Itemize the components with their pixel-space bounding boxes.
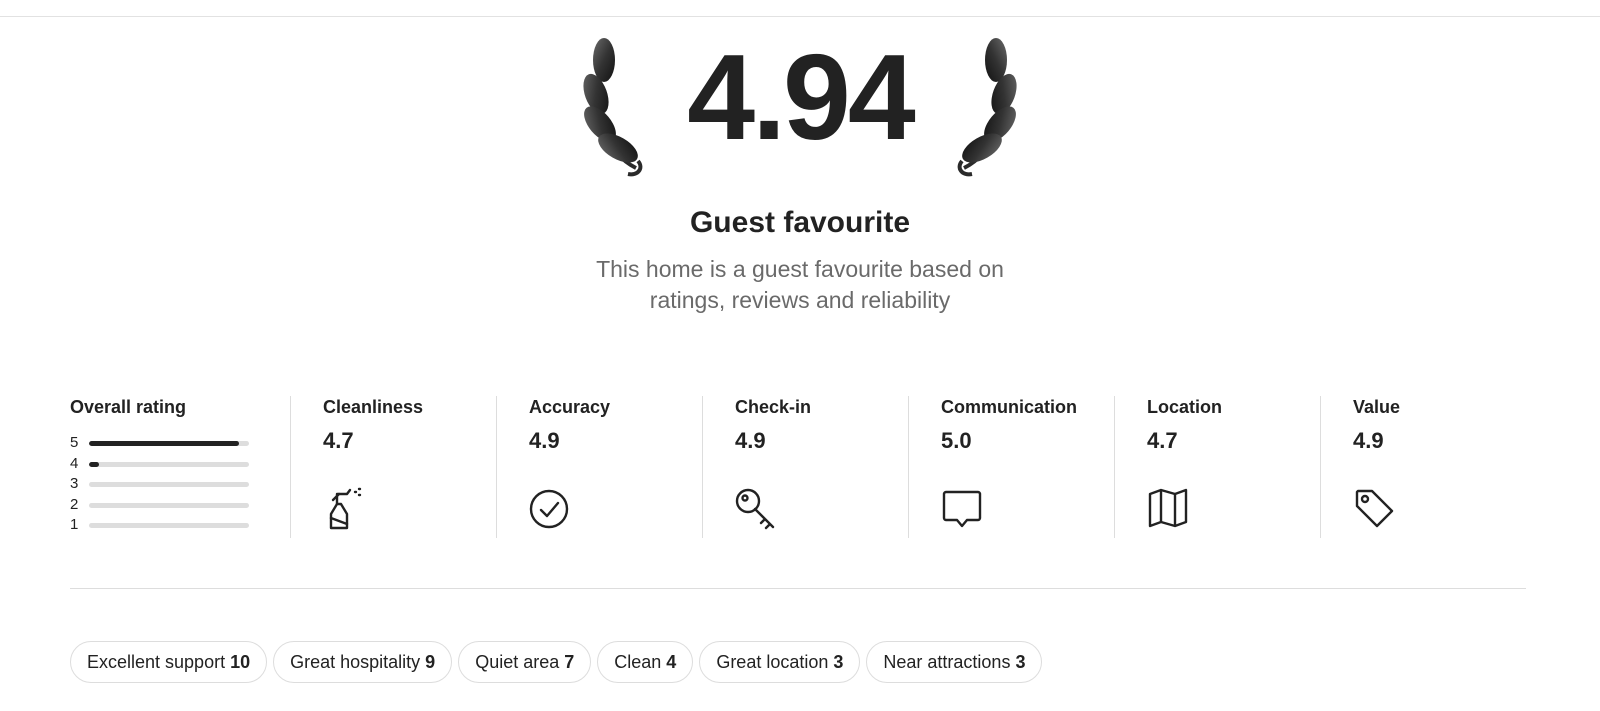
category-label: Value	[1353, 397, 1401, 417]
category-value: 4.7	[323, 428, 354, 453]
distribution-bar-track	[89, 461, 249, 467]
overall-rating-title: Overall rating	[70, 397, 187, 417]
distribution-bar-track	[89, 441, 249, 446]
tag-count: 3	[833, 652, 844, 672]
tag-great-hospitality[interactable]: Great hospitality 9	[273, 641, 453, 683]
category-label: Cleanliness	[323, 397, 424, 417]
category-label: Location	[1147, 397, 1222, 417]
tag-quiet-area[interactable]: Quiet area 7	[458, 641, 592, 683]
category-label: Communication	[941, 397, 1078, 417]
distribution-label: 5	[70, 434, 79, 451]
map-icon	[1148, 488, 1188, 528]
category-value: Value 4.9	[1320, 396, 1527, 538]
distribution-bar-track	[89, 502, 249, 508]
review-tags: Excellent support 10 Great hospitality 9 Q…	[70, 641, 1043, 683]
category-check-in: Check-in 4.9	[702, 396, 908, 538]
category-value: 5.0	[941, 428, 972, 453]
category-location: Location 4.7	[1114, 396, 1320, 538]
rating-hero: 4.94	[0, 26, 1600, 196]
laurel-left-icon	[583, 38, 643, 177]
rating-distribution: 5 4 3 2 1	[70, 434, 280, 537]
category-ratings: Overall rating 5 4 3 2 1 Cleanliness 4.7…	[70, 396, 1526, 538]
tag-label: Excellent support	[87, 652, 226, 672]
distribution-row-1: 1	[70, 516, 280, 537]
category-value: 4.9	[735, 428, 766, 453]
tag-label: Great hospitality	[290, 652, 421, 672]
tag-count: 10	[230, 652, 251, 672]
distribution-row-3: 3	[70, 475, 280, 496]
distribution-row-4: 4	[70, 455, 280, 476]
guest-favourite-title: Guest favourite	[689, 206, 911, 239]
distribution-row-2: 2	[70, 496, 280, 517]
tag-near-attractions[interactable]: Near attractions 3	[866, 641, 1043, 683]
guest-favourite-subtitle: This home is a guest favourite based on …	[596, 256, 1004, 313]
overall-rating-distribution: Overall rating 5 4 3 2 1	[70, 396, 280, 538]
key-icon	[735, 488, 775, 530]
tag-label: Near attractions	[883, 652, 1011, 672]
category-accuracy: Accuracy 4.9	[496, 396, 702, 538]
section-divider	[70, 588, 1526, 589]
distribution-bar-fill	[89, 441, 240, 446]
price-tag-icon	[1355, 489, 1394, 528]
tag-count: 3	[1015, 652, 1026, 672]
category-label: Accuracy	[529, 397, 611, 417]
tag-label: Great location	[716, 652, 829, 672]
tag-label: Quiet area	[475, 652, 560, 672]
category-label: Check-in	[735, 397, 812, 417]
distribution-label: 1	[70, 516, 79, 534]
distribution-row-5: 5	[70, 434, 280, 455]
distribution-label: 2	[70, 495, 79, 513]
chat-bubble-icon	[942, 490, 982, 528]
tag-great-location[interactable]: Great location 3	[699, 641, 861, 683]
category-communication: Communication 5.0	[908, 396, 1114, 538]
distribution-bar-fill	[89, 461, 99, 467]
category-value: 4.7	[1147, 428, 1178, 453]
tag-count: 9	[425, 652, 436, 672]
check-circle-icon	[529, 489, 569, 529]
category-cleanliness: Cleanliness 4.7	[290, 396, 496, 538]
tag-count: 4	[666, 652, 677, 672]
tag-label: Clean	[614, 652, 662, 672]
overall-rating-value: 4.94	[687, 29, 915, 165]
tag-clean[interactable]: Clean 4	[597, 641, 694, 683]
distribution-bar-track	[89, 482, 249, 488]
laurel-right-icon	[957, 38, 1017, 177]
top-divider	[0, 16, 1600, 17]
tag-excellent-support[interactable]: Excellent support 10	[70, 641, 268, 683]
distribution-label: 3	[70, 475, 79, 493]
category-value: 4.9	[529, 428, 560, 453]
distribution-bar-track	[89, 523, 249, 529]
spray-bottle-icon	[329, 487, 362, 530]
tag-count: 7	[564, 652, 575, 672]
distribution-label: 4	[70, 454, 79, 472]
category-value: 4.9	[1353, 428, 1384, 453]
